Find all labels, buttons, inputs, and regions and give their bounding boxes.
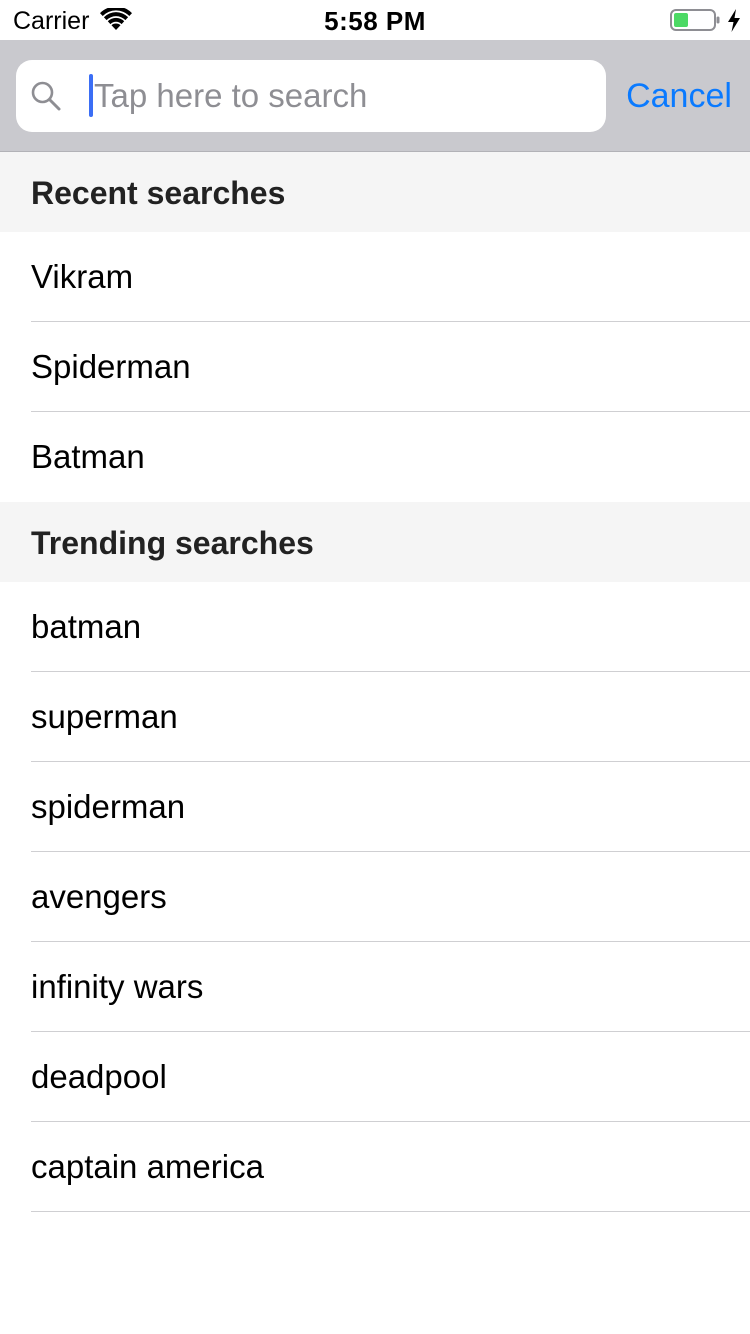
- status-bar: Carrier 5:58 PM: [0, 0, 750, 40]
- search-header: Cancel: [0, 40, 750, 152]
- trending-searches-section: Trending searches batman superman spider…: [0, 502, 750, 1212]
- recent-search-label: Spiderman: [31, 348, 191, 385]
- charging-bolt-icon: [726, 9, 742, 32]
- trending-search-label: spiderman: [31, 788, 186, 825]
- cancel-button[interactable]: Cancel: [614, 60, 744, 132]
- row-separator: [31, 1211, 750, 1212]
- trending-search-label: deadpool: [31, 1058, 167, 1095]
- trending-search-label: infinity wars: [31, 968, 204, 1005]
- trending-search-item[interactable]: deadpool: [0, 1032, 750, 1122]
- recent-search-label: Batman: [31, 438, 145, 475]
- trending-search-item[interactable]: captain america: [0, 1122, 750, 1212]
- trending-search-label: batman: [31, 608, 142, 645]
- recent-search-item[interactable]: Vikram: [0, 232, 750, 322]
- trending-searches-header: Trending searches: [0, 502, 750, 582]
- trending-search-item[interactable]: infinity wars: [0, 942, 750, 1032]
- status-time: 5:58 PM: [324, 6, 426, 36]
- battery-icon: [670, 9, 720, 31]
- search-input[interactable]: [94, 60, 594, 132]
- trending-search-label: avengers: [31, 878, 167, 915]
- trending-search-item[interactable]: superman: [0, 672, 750, 762]
- text-cursor: [89, 74, 93, 117]
- search-icon: [30, 80, 62, 112]
- search-suggestions: Recent searches Vikram Spiderman Batman …: [0, 152, 750, 1212]
- recent-search-item[interactable]: Spiderman: [0, 322, 750, 412]
- trending-search-label: superman: [31, 698, 178, 735]
- recent-searches-header: Recent searches: [0, 152, 750, 232]
- recent-searches-section: Recent searches Vikram Spiderman Batman: [0, 152, 750, 502]
- trending-search-item[interactable]: batman: [0, 582, 750, 672]
- trending-search-item[interactable]: spiderman: [0, 762, 750, 852]
- recent-search-label: Vikram: [31, 258, 134, 295]
- trending-search-item[interactable]: avengers: [0, 852, 750, 942]
- trending-search-label: captain america: [31, 1148, 264, 1185]
- search-field[interactable]: [16, 60, 606, 132]
- recent-search-item[interactable]: Batman: [0, 412, 750, 502]
